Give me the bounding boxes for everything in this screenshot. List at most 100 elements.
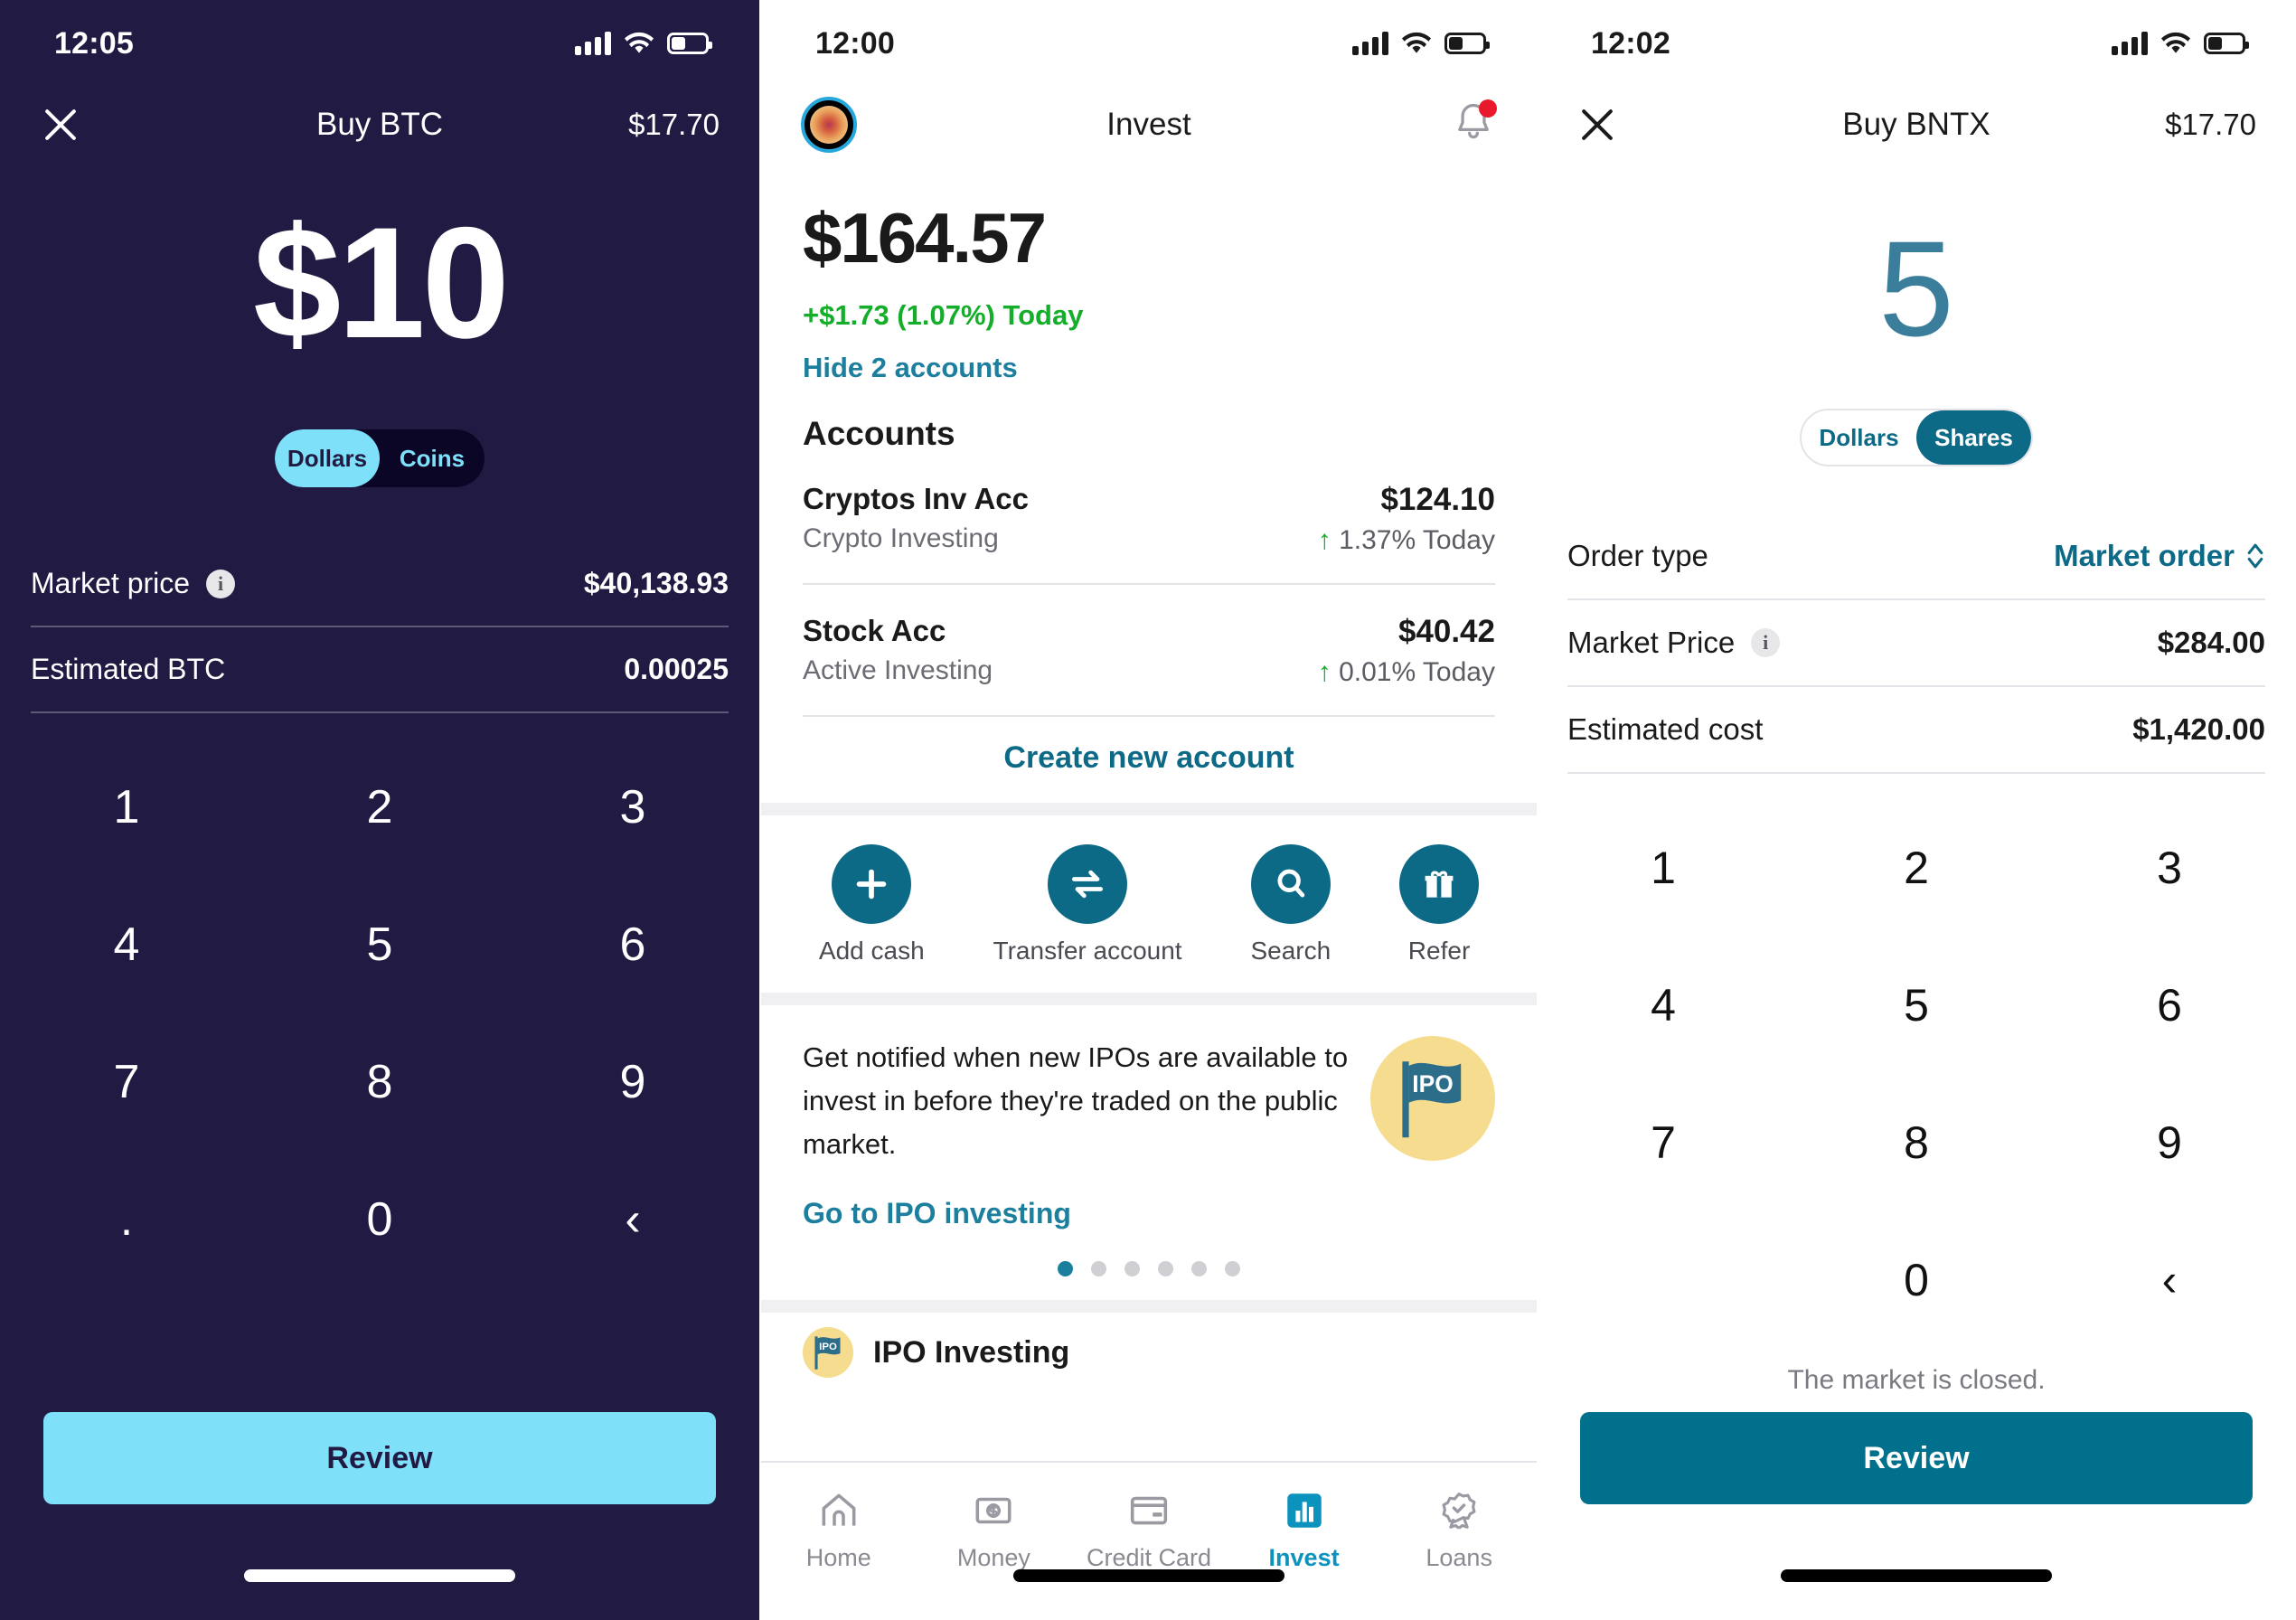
up-down-chevron-icon[interactable]: [2245, 541, 2265, 571]
home-indicator: [1013, 1569, 1284, 1582]
toggle-option-coins[interactable]: Coins: [380, 429, 485, 487]
order-type-value-group[interactable]: Market order: [2054, 539, 2265, 573]
account-values: $124.10 ↑ 1.37% Today: [1318, 482, 1495, 556]
key-2[interactable]: 2: [1790, 799, 2043, 937]
key-4[interactable]: 4: [0, 876, 253, 1013]
action-refer[interactable]: Refer: [1399, 844, 1480, 965]
key-9[interactable]: 9: [2043, 1074, 2296, 1211]
key-5[interactable]: 5: [253, 876, 506, 1013]
key-6[interactable]: 6: [2043, 937, 2296, 1074]
detail-rows: Market price i $40,138.93 Estimated BTC …: [0, 542, 759, 713]
bell-icon[interactable]: [1450, 99, 1497, 150]
market-price-label: Market price: [31, 567, 191, 599]
action-label: Transfer account: [993, 937, 1182, 965]
account-type: Crypto Investing: [803, 523, 999, 553]
tab-loans[interactable]: Loans: [1391, 1483, 1527, 1572]
action-transfer-account[interactable]: Transfer account: [993, 844, 1182, 965]
currency-toggle[interactable]: Dollars Coins: [275, 429, 485, 487]
account-change: ↑ 0.01% Today: [1318, 657, 1495, 688]
action-add-cash[interactable]: Add cash: [819, 844, 925, 965]
row-divider: [1567, 772, 2265, 774]
key-7[interactable]: 7: [0, 1013, 253, 1151]
create-new-account-button[interactable]: Create new account: [761, 717, 1537, 803]
header-price: $17.70: [2165, 108, 2256, 141]
avatar[interactable]: [801, 97, 857, 153]
battery-icon: [2204, 33, 2249, 54]
key-5[interactable]: 5: [1790, 937, 2043, 1074]
account-row[interactable]: Cryptos Inv Acc Crypto Investing $124.10…: [761, 453, 1537, 583]
home-icon: [771, 1483, 907, 1539]
action-label: Refer: [1407, 937, 1471, 965]
key-7[interactable]: 7: [1537, 1074, 1790, 1211]
toggle-option-dollars[interactable]: Dollars: [1802, 410, 1916, 465]
key-6[interactable]: 6: [506, 876, 759, 1013]
up-arrow-icon: ↑: [1317, 525, 1331, 555]
key-1[interactable]: 1: [0, 739, 253, 876]
go-to-ipo-investing-link[interactable]: Go to IPO investing: [761, 1166, 1537, 1230]
info-icon[interactable]: i: [206, 569, 236, 598]
market-price-label-group: Market Price i: [1567, 626, 1781, 660]
market-price-label: Market Price: [1567, 626, 1736, 659]
ipo-promo-card: Get notified when new IPOs are available…: [761, 1005, 1537, 1166]
market-price-value: $284.00: [2157, 626, 2265, 659]
carousel-dot-4[interactable]: [1158, 1261, 1173, 1277]
header-right: [1325, 99, 1497, 150]
plus-icon: [832, 844, 912, 924]
key-3[interactable]: 3: [2043, 799, 2296, 937]
section-separator: [761, 993, 1537, 1005]
key-blank: [1537, 1211, 1790, 1349]
account-info: Cryptos Inv Acc Crypto Investing: [803, 482, 1029, 554]
review-button[interactable]: Review: [43, 1412, 716, 1504]
carousel-dot-1[interactable]: [1058, 1261, 1073, 1277]
order-type-label: Order type: [1567, 539, 1708, 572]
tab-label: Home: [805, 1544, 871, 1571]
units-toggle[interactable]: Dollars Shares: [1800, 409, 2033, 466]
key-4[interactable]: 4: [1537, 937, 1790, 1074]
review-button[interactable]: Review: [1580, 1412, 2253, 1504]
toggle-option-shares[interactable]: Shares: [1916, 410, 2031, 465]
key-9[interactable]: 9: [506, 1013, 759, 1151]
key-1[interactable]: 1: [1537, 799, 1790, 937]
account-change: ↑ 1.37% Today: [1318, 525, 1495, 556]
carousel-dot-5[interactable]: [1191, 1261, 1207, 1277]
wifi-icon: [1401, 32, 1432, 55]
action-search[interactable]: Search: [1250, 844, 1331, 965]
transfer-arrows-icon: [1048, 844, 1128, 924]
account-name: Stock Acc: [803, 614, 946, 647]
account-row[interactable]: Stock Acc Active Investing $40.42 ↑ 0.01…: [761, 585, 1537, 715]
market-price-value: $40,138.93: [583, 567, 729, 599]
battery-icon: [1444, 33, 1490, 54]
key-decimal[interactable]: .: [0, 1151, 253, 1288]
carousel-dot-2[interactable]: [1091, 1261, 1106, 1277]
header-left: [801, 97, 973, 153]
estimated-cost-row: Estimated cost $1,420.00: [1567, 687, 2265, 772]
key-backspace-icon[interactable]: ‹: [2043, 1211, 2296, 1349]
info-icon[interactable]: i: [1751, 628, 1781, 657]
tab-money[interactable]: Money: [926, 1483, 1061, 1572]
page-title: Invest: [1106, 107, 1191, 142]
key-8[interactable]: 8: [1790, 1074, 2043, 1211]
key-backspace-icon[interactable]: ‹: [506, 1151, 759, 1288]
status-icons: [1352, 32, 1490, 55]
order-type-row[interactable]: Order type Market order: [1567, 513, 2265, 598]
svg-text:IPO: IPO: [819, 1342, 837, 1352]
list-item[interactable]: IPO IPO Investing: [761, 1313, 1537, 1379]
tab-credit-card[interactable]: Credit Card: [1081, 1483, 1217, 1572]
header-right: $17.70: [548, 108, 720, 142]
key-8[interactable]: 8: [253, 1013, 506, 1151]
status-bar: 12:02: [1537, 0, 2296, 87]
tab-home[interactable]: Home: [771, 1483, 907, 1572]
close-icon[interactable]: [1576, 104, 1618, 146]
tab-invest[interactable]: Invest: [1237, 1483, 1372, 1572]
section-separator: [761, 803, 1537, 815]
key-2[interactable]: 2: [253, 739, 506, 876]
key-3[interactable]: 3: [506, 739, 759, 876]
toggle-option-dollars[interactable]: Dollars: [275, 429, 380, 487]
key-0[interactable]: 0: [253, 1151, 506, 1288]
key-0[interactable]: 0: [1790, 1211, 2043, 1349]
close-icon[interactable]: [40, 104, 81, 146]
tab-label: Invest: [1268, 1544, 1340, 1571]
carousel-dot-3[interactable]: [1124, 1261, 1140, 1277]
carousel-dot-6[interactable]: [1225, 1261, 1240, 1277]
hide-accounts-link[interactable]: Hide 2 accounts: [761, 332, 1537, 384]
